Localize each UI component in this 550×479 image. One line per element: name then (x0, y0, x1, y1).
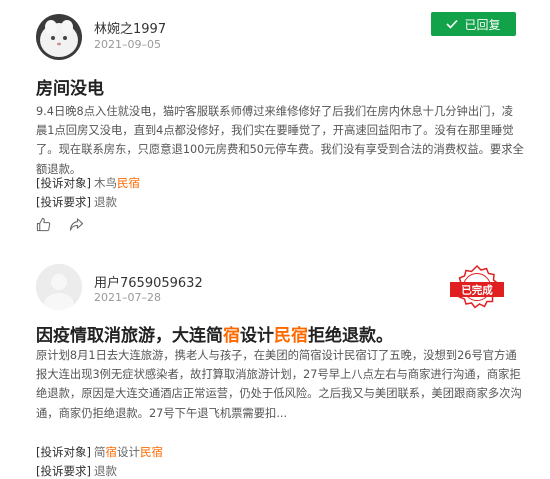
status-badge-replied: 已回复 (431, 12, 516, 36)
check-icon (446, 19, 459, 29)
complaint-demand-row: [投诉要求] 退款 (36, 463, 117, 479)
post-date: 2021–09–05 (94, 38, 161, 51)
complaint-target-label: [投诉对象] (36, 176, 91, 190)
complaint-demand-label: [投诉要求] (36, 195, 91, 209)
status-badge-label: 已回复 (464, 17, 501, 32)
complaint-target-label: [投诉对象] (36, 445, 91, 459)
complaint-target-value[interactable]: 简宿设计民宿 (94, 445, 163, 459)
user-name[interactable]: 林婉之1997 (94, 18, 166, 37)
done-stamp-icon: 已完成 (450, 264, 504, 309)
complaint-demand-value: 退款 (93, 464, 117, 478)
post-body[interactable]: 9.4日晚8点入住就没电，猫咛客服联系师傅过来维修修好了后我们在房内休息十几分钟… (36, 102, 524, 179)
avatar[interactable] (36, 264, 82, 310)
avatar[interactable] (36, 14, 82, 60)
post-title[interactable]: 房间没电 (36, 74, 104, 99)
complaint-card-2[interactable]: 用户7659059632 2021–07–28 已完成 因疫情取消旅游，大连简宿… (0, 262, 550, 479)
complaint-demand-value: 退款 (93, 195, 117, 209)
complaint-target-row: [投诉对象] 木鸟民宿 (36, 175, 140, 191)
complaint-demand-label: [投诉要求] (36, 464, 91, 478)
action-bar (36, 217, 84, 232)
complaint-target-value[interactable]: 木鸟民宿 (94, 176, 140, 190)
post-title[interactable]: 因疫情取消旅游，大连简宿设计民宿拒绝退款。 (36, 321, 393, 346)
post-body[interactable]: 原计划8月1日去大连旅游，携老人与孩子，在美团的简宿设计民宿订了五晚，没想到26… (36, 346, 524, 423)
post-date: 2021–07–28 (94, 291, 161, 304)
share-icon[interactable] (69, 217, 84, 232)
complaint-card-1[interactable]: 林婉之1997 2021–09–05 已回复 房间没电 9.4日晚8点入住就没电… (0, 0, 550, 260)
complaint-target-row: [投诉对象] 简宿设计民宿 (36, 444, 163, 460)
user-name[interactable]: 用户7659059632 (94, 272, 203, 291)
like-icon[interactable] (36, 217, 51, 232)
status-badge-label: 已完成 (461, 284, 493, 297)
complaint-demand-row: [投诉要求] 退款 (36, 194, 117, 210)
